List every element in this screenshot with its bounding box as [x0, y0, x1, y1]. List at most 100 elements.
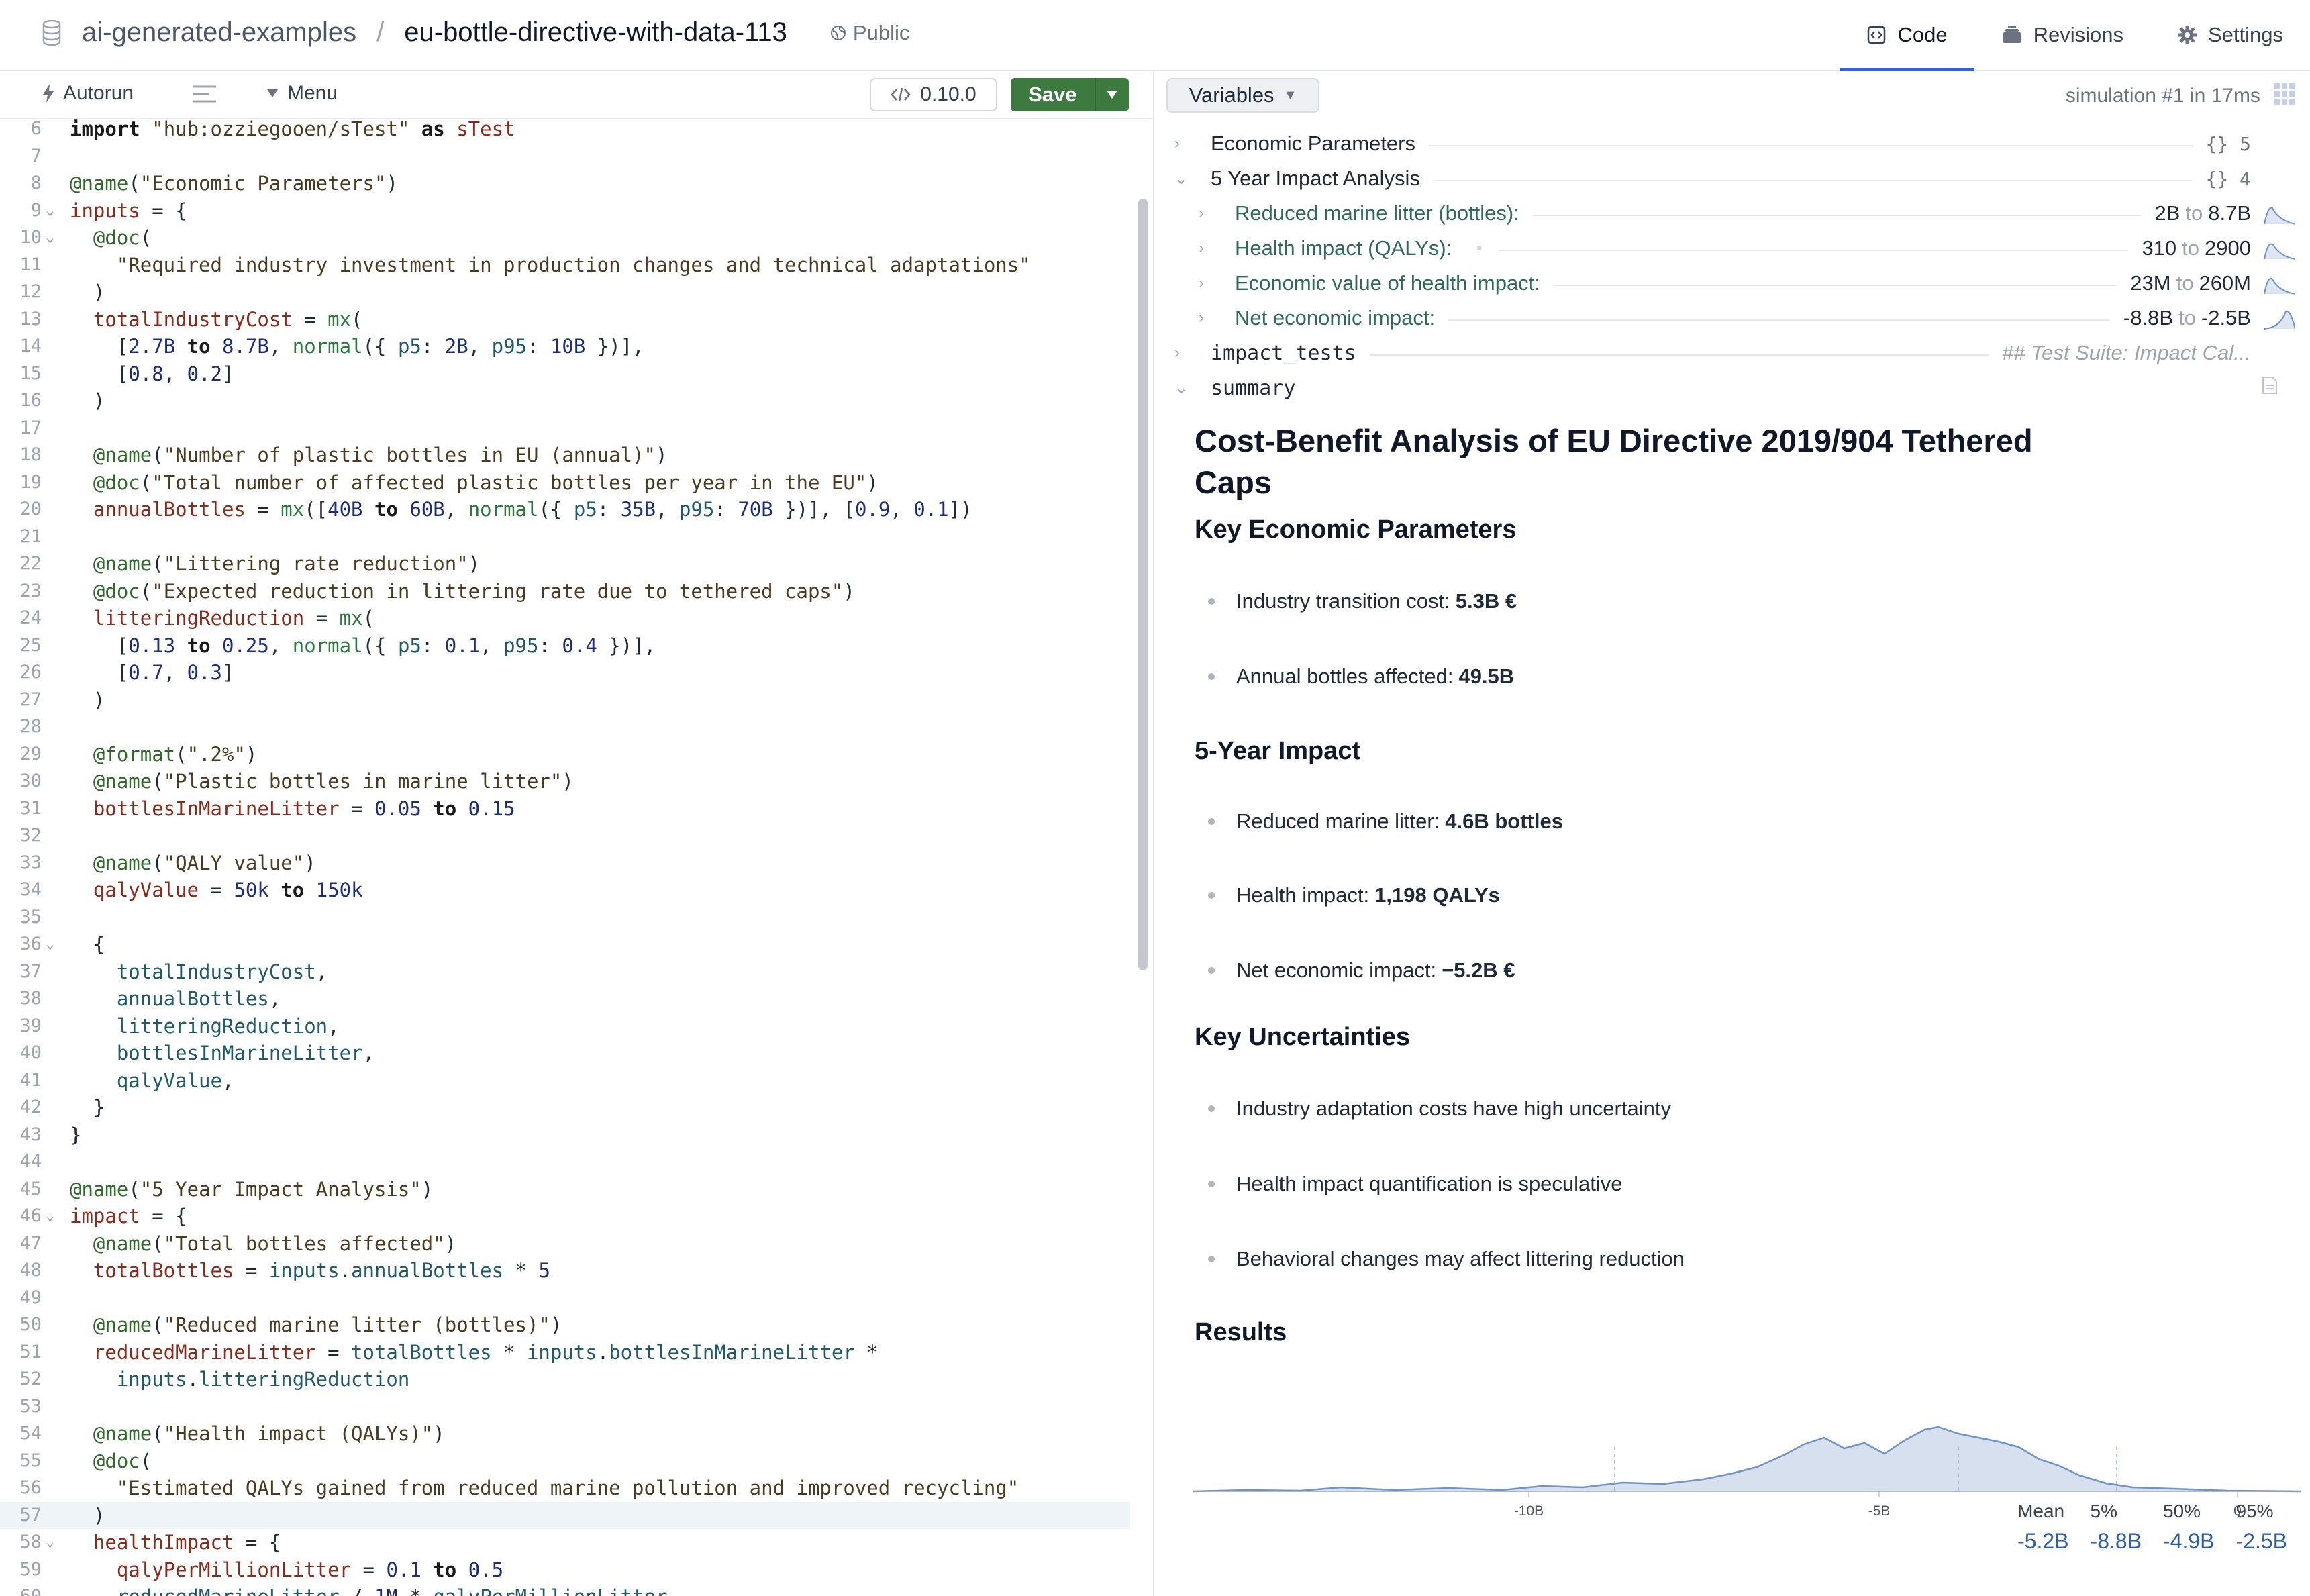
fold-chevron-icon[interactable]: ⌄	[46, 1529, 54, 1556]
code-line[interactable]: 43}	[0, 1121, 1130, 1149]
code-line[interactable]: 16 )	[0, 387, 1130, 415]
variable-row[interactable]: › Economic Parameters {} 5	[1154, 126, 2310, 161]
code-line[interactable]: 28	[0, 713, 1130, 741]
variable-row[interactable]: › Economic value of health impact: 23M to 26…	[1154, 266, 2310, 301]
code-line[interactable]: 9 ⌄ inputs = {	[0, 197, 1130, 225]
fold-chevron-icon[interactable]: ⌄	[46, 1203, 54, 1230]
code-text: @name("Health impact (QALYs)")	[93, 1422, 445, 1445]
chevron-right-icon[interactable]: ›	[1174, 134, 1180, 153]
code-line[interactable]: 51 reducedMarineLitter = totalBottles * …	[0, 1339, 1130, 1366]
code-line[interactable]: 52 inputs.litteringReduction	[0, 1366, 1130, 1393]
code-line[interactable]: 42 }	[0, 1094, 1130, 1121]
variable-row[interactable]: ⌄ summary	[1154, 370, 2310, 405]
code-line[interactable]: 31 bottlesInMarineLitter = 0.05 to 0.15	[0, 795, 1130, 823]
code-line[interactable]: 48 totalBottles = inputs.annualBottles *…	[0, 1257, 1130, 1285]
code-line[interactable]: 53	[0, 1393, 1130, 1421]
code-line[interactable]: 58 ⌄ healthImpact = {	[0, 1529, 1130, 1556]
code-line[interactable]: 49	[0, 1285, 1130, 1312]
comment-icon[interactable]: ▪	[1476, 239, 1483, 258]
tab-code[interactable]: Code	[1840, 0, 1974, 71]
code-line[interactable]: 50 @name("Reduced marine litter (bottles…	[0, 1311, 1130, 1339]
code-line[interactable]: 59 qalyPerMillionLitter = 0.1 to 0.5	[0, 1556, 1130, 1584]
code-line[interactable]: 41 qalyValue,	[0, 1067, 1130, 1095]
model-name[interactable]: eu-bottle-directive-with-data-113	[404, 17, 787, 48]
tab-revisions[interactable]: Revisions	[1974, 0, 2150, 70]
code-line[interactable]: 13 totalIndustryCost = mx(	[0, 306, 1130, 334]
code-line[interactable]: 40 bottlesInMarineLitter,	[0, 1040, 1130, 1067]
save-options-button[interactable]	[1094, 78, 1129, 111]
code-line[interactable]: 25 [0.13 to 0.25, normal({ p5: 0.1, p95:…	[0, 632, 1130, 660]
code-line[interactable]: 35	[0, 904, 1130, 932]
code-line[interactable]: 39 litteringReduction,	[0, 1013, 1130, 1040]
code-line[interactable]: 33 @name("QALY value")	[0, 850, 1130, 877]
code-line[interactable]: 7	[0, 143, 1130, 170]
chevron-down-icon[interactable]: ⌄	[1174, 169, 1188, 189]
chevron-right-icon[interactable]: ›	[1199, 309, 1204, 328]
outline-button[interactable]	[193, 85, 216, 103]
fold-chevron-icon[interactable]: ⌄	[46, 931, 54, 958]
code-line[interactable]: 45 @name("5 Year Impact Analysis")	[0, 1176, 1130, 1203]
owner-link[interactable]: ai-generated-examples	[82, 17, 356, 48]
menu-button[interactable]: Menu	[266, 82, 338, 105]
chevron-right-icon[interactable]: ›	[1199, 274, 1204, 293]
code-line[interactable]: 44	[0, 1148, 1130, 1176]
code-line[interactable]: 56 "Estimated QALYs gained from reduced …	[0, 1475, 1130, 1502]
code-line[interactable]: 11 "Required industry investment in prod…	[0, 252, 1130, 279]
fold-chevron-icon[interactable]: ⌄	[46, 224, 54, 252]
code-line[interactable]: 47 @name("Total bottles affected")	[0, 1230, 1130, 1258]
code-text: @name("5 Year Impact Analysis")	[70, 1177, 434, 1201]
code-line[interactable]: 18 @name("Number of plastic bottles in E…	[0, 442, 1130, 469]
code-line[interactable]: 29 @format(".2%")	[0, 741, 1130, 768]
chevron-right-icon[interactable]: ›	[1174, 344, 1180, 362]
line-number: 37	[19, 960, 42, 982]
code-line[interactable]: 22 @name("Littering rate reduction")	[0, 550, 1130, 578]
row-divider	[1553, 285, 2117, 286]
code-line[interactable]: 24 litteringReduction = mx(	[0, 605, 1130, 632]
fold-chevron-icon[interactable]: ⌄	[46, 197, 54, 225]
code-line[interactable]: 17	[0, 415, 1130, 442]
chevron-right-icon[interactable]: ›	[1199, 239, 1204, 258]
code-line[interactable]: 37 totalIndustryCost,	[0, 958, 1130, 986]
code-line[interactable]: 20 annualBottles = mx([40B to 60B, norma…	[0, 496, 1130, 523]
code-line[interactable]: 38 annualBottles,	[0, 985, 1130, 1013]
line-number: 44	[19, 1151, 42, 1172]
variable-row[interactable]: › Reduced marine litter (bottles): 2B to 8.7…	[1154, 196, 2310, 231]
code-line[interactable]: 54 @name("Health impact (QALYs)")	[0, 1420, 1130, 1448]
code-line[interactable]: 57 )	[0, 1501, 1130, 1529]
autorun-toggle[interactable]: Autorun	[42, 82, 134, 105]
code-text: inputs = {	[70, 199, 187, 222]
grid-view-icon[interactable]	[2274, 82, 2295, 106]
code-editor[interactable]: 6 import "hub:ozziegooen/sTest" as sTest 7…	[0, 119, 1134, 1596]
code-line[interactable]: 6 import "hub:ozziegooen/sTest" as sTest	[0, 119, 1130, 143]
chevron-right-icon[interactable]: ›	[1199, 204, 1204, 223]
code-line[interactable]: 27 )	[0, 687, 1130, 714]
code-line[interactable]: 14 [2.7B to 8.7B, normal({ p5: 2B, p95: …	[0, 333, 1130, 360]
bullet-text: Net economic impact:	[1236, 958, 1437, 982]
code-line[interactable]: 21	[0, 523, 1130, 551]
code-line[interactable]: 60 reducedMarineLitter / 1M * qalyPerMil…	[0, 1583, 1130, 1596]
code-line[interactable]: 23 @doc("Expected reduction in littering…	[0, 578, 1130, 605]
variable-row[interactable]: › impact_tests ## Test Suite: Impact Cal..…	[1154, 336, 2310, 370]
code-line[interactable]: 32	[0, 822, 1130, 850]
code-line[interactable]: 19 @doc("Total number of affected plasti…	[0, 469, 1130, 497]
code-line[interactable]: 8 @name("Economic Parameters")	[0, 170, 1130, 197]
variable-row[interactable]: › Net economic impact: -8.8B to -2.5B	[1154, 301, 2310, 336]
code-line[interactable]: 15 [0.8, 0.2]	[0, 360, 1130, 388]
chevron-down-icon[interactable]: ⌄	[1174, 379, 1188, 398]
tab-settings[interactable]: Settings	[2150, 0, 2310, 70]
code-line[interactable]: 36 ⌄ {	[0, 931, 1130, 958]
code-line[interactable]: 30 @name("Plastic bottles in marine litt…	[0, 768, 1130, 795]
editor-scrollbar[interactable]	[1138, 199, 1148, 970]
variable-row[interactable]: ⌄ 5 Year Impact Analysis {} 4	[1154, 161, 2310, 196]
code-line[interactable]: 34 qalyValue = 50k to 150k	[0, 877, 1130, 904]
code-line[interactable]: 46 ⌄ impact = {	[0, 1203, 1130, 1230]
version-selector[interactable]: 0.10.0	[870, 78, 997, 111]
code-line[interactable]: 26 [0.7, 0.3]	[0, 659, 1130, 687]
variables-dropdown[interactable]: Variables ▼	[1166, 78, 1319, 113]
code-line[interactable]: 10 ⌄ @doc(	[0, 224, 1130, 252]
code-text: totalBottles = inputs.annualBottles * 5	[93, 1259, 550, 1282]
code-line[interactable]: 55 @doc(	[0, 1448, 1130, 1475]
code-line[interactable]: 12 )	[0, 279, 1130, 306]
variable-row[interactable]: › Health impact (QALYs): ▪ 310 to 2900	[1154, 231, 2310, 266]
save-button[interactable]: Save	[1011, 83, 1095, 107]
